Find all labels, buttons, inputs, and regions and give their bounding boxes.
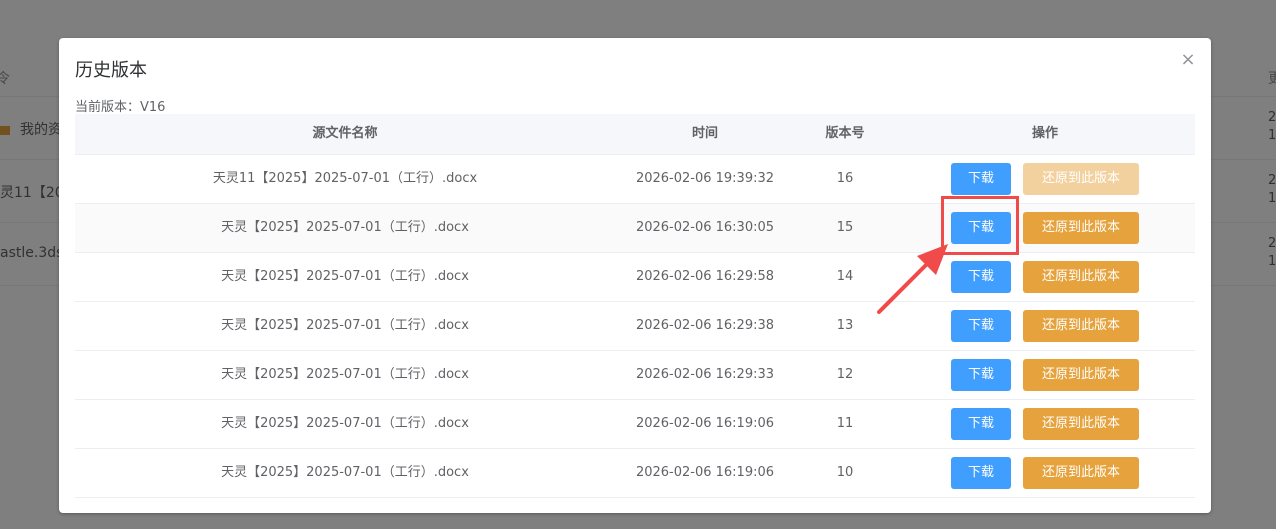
column-header-name: 源文件名称 (312, 126, 378, 141)
table-row: 天灵【2025】2025-07-01（工行）.docx 2026-02-06 1… (75, 253, 1195, 302)
version-history-dialog: 历史版本 × 当前版本：V16 源文件名称 时间 版本号 操作 天灵11【202… (59, 38, 1211, 513)
column-header-time: 时间 (691, 126, 718, 141)
time-cell: 2026-02-06 16:19:06 (635, 416, 775, 431)
time-cell: 2026-02-06 16:29:33 (635, 367, 775, 382)
restore-button: 还原到此版本 (1023, 163, 1139, 195)
time-cell: 2026-02-06 16:29:58 (635, 269, 775, 284)
version-cell: 14 (836, 269, 854, 284)
download-button[interactable]: 下载 (951, 261, 1011, 293)
version-cell: 13 (836, 318, 854, 333)
table-row: 天灵【2025】2025-07-01（工行）.docx 2026-02-06 1… (75, 400, 1195, 449)
file-name-cell: 天灵【2025】2025-07-01（工行）.docx (221, 416, 469, 431)
table-row: 天灵【2025】2025-07-01（工行）.docx 2026-02-06 1… (75, 351, 1195, 400)
column-header-version: 版本号 (825, 126, 865, 141)
file-name-cell: 天灵【2025】2025-07-01（工行）.docx (221, 367, 469, 382)
restore-button[interactable]: 还原到此版本 (1023, 359, 1139, 391)
download-button[interactable]: 下载 (951, 408, 1011, 440)
restore-button[interactable]: 还原到此版本 (1023, 310, 1139, 342)
table-row: 天灵11【2025】2025-07-01（工行）.docx 2026-02-06… (75, 155, 1195, 204)
file-name-cell: 天灵【2025】2025-07-01（工行）.docx (221, 269, 469, 284)
time-cell: 2026-02-06 16:29:38 (635, 318, 775, 333)
file-name-cell: 天灵11【2025】2025-07-01（工行）.docx (212, 171, 478, 186)
file-name-cell: 天灵【2025】2025-07-01（工行）.docx (221, 465, 469, 480)
time-cell: 2026-02-06 19:39:32 (635, 171, 775, 186)
restore-button[interactable]: 还原到此版本 (1023, 457, 1139, 489)
table-row: 天灵【2025】2025-07-01（工行）.docx 2026-02-06 1… (75, 449, 1195, 498)
version-table: 源文件名称 时间 版本号 操作 天灵11【2025】2025-07-01（工行）… (75, 114, 1195, 498)
table-row: 天灵【2025】2025-07-01（工行）.docx 2026-02-06 1… (75, 204, 1195, 253)
version-cell: 12 (836, 367, 854, 382)
download-button[interactable]: 下载 (951, 212, 1011, 244)
restore-button[interactable]: 还原到此版本 (1023, 212, 1139, 244)
table-row: 天灵【2025】2025-07-01（工行）.docx 2026-02-06 1… (75, 302, 1195, 351)
restore-button[interactable]: 还原到此版本 (1023, 261, 1139, 293)
column-header-actions: 操作 (1031, 126, 1058, 141)
dialog-title: 历史版本 (75, 60, 147, 81)
time-cell: 2026-02-06 16:30:05 (635, 220, 775, 235)
version-cell: 10 (836, 465, 854, 480)
download-button[interactable]: 下载 (951, 163, 1011, 195)
download-button[interactable]: 下载 (951, 457, 1011, 489)
time-cell: 2026-02-06 16:19:06 (635, 465, 775, 480)
table-header: 源文件名称 时间 版本号 操作 (75, 114, 1195, 155)
file-name-cell: 天灵【2025】2025-07-01（工行）.docx (221, 220, 469, 235)
close-icon[interactable]: × (1179, 51, 1197, 69)
version-cell: 11 (836, 416, 854, 431)
version-cell: 15 (836, 220, 854, 235)
version-cell: 16 (836, 171, 854, 186)
download-button[interactable]: 下载 (951, 310, 1011, 342)
restore-button[interactable]: 还原到此版本 (1023, 408, 1139, 440)
download-button[interactable]: 下载 (951, 359, 1011, 391)
current-version-label: 当前版本：V16 (75, 100, 166, 115)
file-name-cell: 天灵【2025】2025-07-01（工行）.docx (221, 318, 469, 333)
